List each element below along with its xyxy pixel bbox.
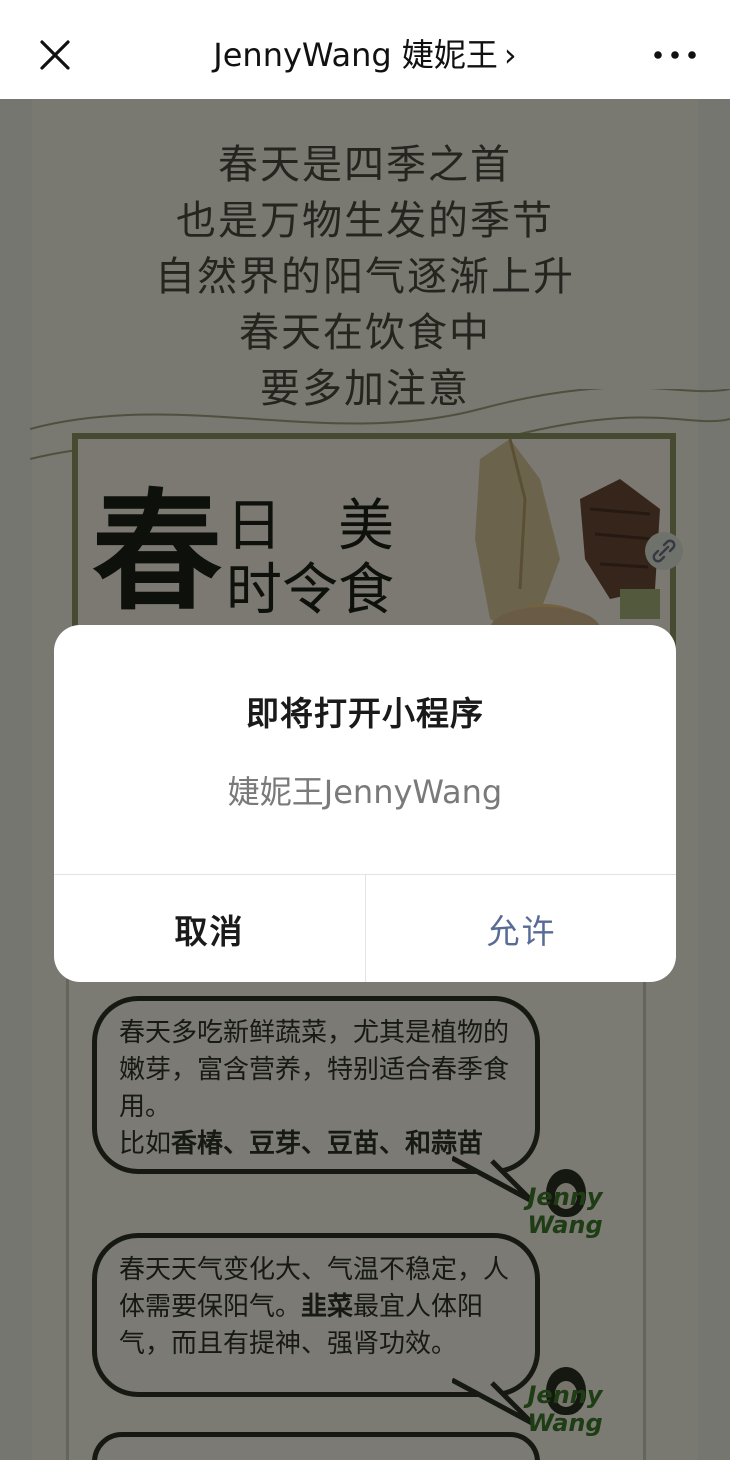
open-mini-program-dialog: 即将打开小程序 婕妮王JennyWang 取消 允许 [54, 625, 676, 982]
dialog-title: 即将打开小程序 [246, 694, 484, 733]
account-title[interactable]: JennyWang 婕妮王 › [140, 33, 590, 77]
account-title-text: JennyWang 婕妮王 [213, 36, 498, 74]
chevron-right-icon: › [503, 36, 517, 74]
cancel-button[interactable]: 取消 [54, 875, 365, 982]
mini-program-name: 婕妮王JennyWang [227, 773, 503, 811]
more-icon[interactable] [650, 30, 700, 80]
close-icon[interactable] [30, 30, 80, 80]
top-nav-bar: JennyWang 婕妮王 › [0, 0, 730, 99]
allow-button[interactable]: 允许 [366, 875, 676, 982]
